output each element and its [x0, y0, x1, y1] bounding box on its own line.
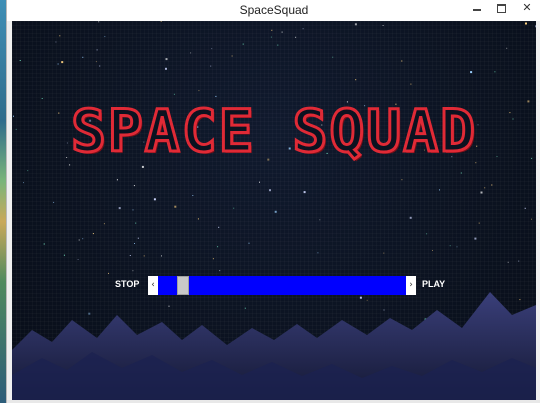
- title-bar[interactable]: SpaceSquad ✕: [7, 0, 540, 21]
- minimize-button[interactable]: [465, 0, 489, 18]
- window-title: SpaceSquad: [239, 3, 309, 17]
- slider-thumb[interactable]: [176, 276, 189, 295]
- mountain-range: [12, 292, 536, 400]
- game-canvas[interactable]: SPACE SQUAD STOP ‹ › PLAY: [12, 21, 536, 400]
- play-label[interactable]: PLAY: [422, 279, 445, 289]
- close-button[interactable]: ✕: [513, 0, 540, 18]
- volume-slider[interactable]: ‹ ›: [148, 276, 416, 295]
- scroll-left-arrow-icon[interactable]: ‹: [148, 276, 158, 295]
- game-title: SPACE SQUAD: [69, 96, 478, 167]
- stop-label[interactable]: STOP: [115, 279, 139, 289]
- scroll-right-arrow-icon[interactable]: ›: [406, 276, 416, 295]
- app-window: SpaceSquad ✕ SPACE SQUAD STOP ‹ › PLAY: [6, 0, 540, 403]
- maximize-button[interactable]: [489, 0, 513, 18]
